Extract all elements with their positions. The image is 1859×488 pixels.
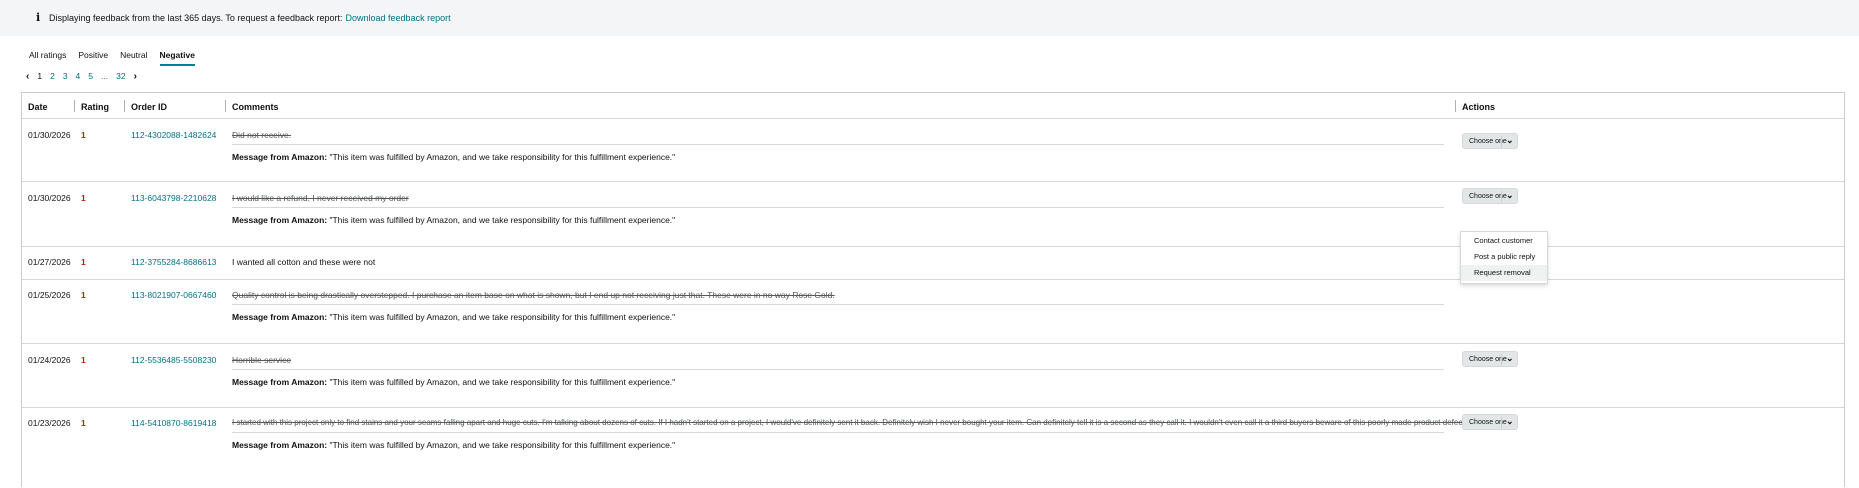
page-4[interactable]: 4 — [76, 71, 81, 81]
page-last[interactable]: 32 — [116, 71, 125, 81]
row-rating: 1 — [81, 355, 86, 365]
row-comment: Horrible service — [232, 355, 292, 365]
chevron-right-icon[interactable]: › — [134, 71, 137, 82]
page-5[interactable]: 5 — [88, 71, 93, 81]
banner-text: Displaying feedback from the last 365 da… — [49, 13, 451, 23]
download-feedback-report-link[interactable]: Download feedback report — [346, 13, 451, 23]
row-comment: I started with this project only to find… — [232, 418, 1477, 427]
header-order-id: Order ID — [124, 100, 167, 112]
info-icon: i — [36, 11, 41, 24]
menu-item-post-public-reply[interactable]: Post a public reply — [1474, 252, 1535, 261]
row-rating: 1 — [81, 257, 86, 267]
chevron-down-icon: ⌄ — [1506, 190, 1514, 200]
page-2[interactable]: 2 — [50, 71, 55, 81]
row-comment: Did not receive. — [232, 130, 292, 140]
row-comment: I wanted all cotton and these were not — [232, 257, 376, 267]
order-id-link[interactable]: 113-6043798-2210628 — [131, 193, 216, 203]
amazon-message: Message from Amazon: "This item was fulf… — [232, 215, 676, 225]
row-divider — [232, 144, 1444, 145]
row-date: 01/27/2026 — [28, 257, 71, 267]
table-header: Date Rating Order ID Comments Actions — [22, 93, 1844, 119]
order-id-link[interactable]: 112-5536485-5508230 — [131, 355, 216, 365]
row-date: 01/30/2026 — [28, 130, 71, 140]
row-divider — [232, 304, 1444, 305]
row-divider — [232, 369, 1444, 370]
row-date: 01/24/2026 — [28, 355, 71, 365]
chevron-down-icon: ⌄ — [1506, 135, 1514, 145]
header-actions: Actions — [1455, 100, 1495, 112]
chevron-down-icon: ⌄ — [1506, 353, 1514, 363]
table-row: 01/30/2026 1 112-4302088-1482624 Did not… — [22, 119, 1844, 182]
action-dropdown-menu: Contact customer Post a public reply Req… — [1460, 231, 1548, 284]
chevron-down-icon: ⌄ — [1506, 416, 1514, 426]
row-comment: I would like a refund. I never received … — [232, 193, 409, 203]
order-id-link[interactable]: 113-8021907-0667460 — [131, 290, 216, 300]
action-select[interactable]: Choose one⌄ — [1462, 133, 1518, 149]
tab-neutral[interactable]: Neutral — [114, 46, 153, 66]
action-select[interactable]: Choose one⌄ — [1462, 414, 1518, 430]
row-comment: Quality control is being drastically ove… — [232, 290, 835, 300]
table-row: 01/30/2026 1 113-6043798-2210628 I would… — [22, 182, 1844, 247]
row-divider — [232, 432, 1444, 433]
row-date: 01/25/2026 — [28, 290, 71, 300]
pagination-ellipsis: ... — [101, 71, 109, 81]
row-date: 01/30/2026 — [28, 193, 71, 203]
page-1[interactable]: 1 — [37, 71, 42, 81]
row-rating: 1 — [81, 130, 86, 140]
row-date: 01/23/2026 — [28, 418, 71, 428]
order-id-link[interactable]: 112-4302088-1482624 — [131, 130, 216, 140]
amazon-message: Message from Amazon: "This item was fulf… — [232, 152, 676, 162]
menu-item-contact-customer[interactable]: Contact customer — [1474, 236, 1533, 245]
row-divider — [232, 207, 1444, 208]
table-row: 01/27/2026 1 112-3755284-8686613 I wante… — [22, 247, 1844, 280]
order-id-link[interactable]: 112-3755284-8686613 — [131, 257, 216, 267]
chevron-left-icon[interactable]: ‹ — [26, 71, 29, 82]
pagination: ‹ 1 2 3 4 5 ... 32 › — [26, 70, 137, 82]
feedback-table: Date Rating Order ID Comments Actions 01… — [21, 92, 1845, 487]
row-rating: 1 — [81, 290, 86, 300]
header-rating: Rating — [74, 100, 109, 112]
action-select[interactable]: Choose one⌄ — [1462, 351, 1518, 367]
amazon-message: Message from Amazon: "This item was fulf… — [232, 312, 676, 322]
row-rating: 1 — [81, 418, 86, 428]
action-select[interactable]: Choose one⌄ — [1462, 188, 1518, 204]
menu-item-request-removal[interactable]: Request removal — [1461, 265, 1547, 281]
tab-negative[interactable]: Negative — [154, 46, 201, 66]
header-comments: Comments — [225, 100, 279, 112]
row-rating: 1 — [81, 193, 86, 203]
page-3[interactable]: 3 — [63, 71, 68, 81]
table-row: 01/25/2026 1 113-8021907-0667460 Quality… — [22, 280, 1844, 344]
tab-all-ratings[interactable]: All ratings — [23, 46, 72, 66]
amazon-message: Message from Amazon: "This item was fulf… — [232, 440, 676, 450]
amazon-message: Message from Amazon: "This item was fulf… — [232, 377, 676, 387]
info-banner: i Displaying feedback from the last 365 … — [0, 0, 1859, 36]
order-id-link[interactable]: 114-5410870-8619418 — [131, 418, 216, 428]
rating-tabs: All ratings Positive Neutral Negative — [23, 46, 201, 66]
header-date: Date — [28, 102, 48, 112]
tab-positive[interactable]: Positive — [72, 46, 114, 66]
table-row: 01/24/2026 1 112-5536485-5508230 Horribl… — [22, 344, 1844, 408]
table-row: 01/23/2026 1 114-5410870-8619418 I start… — [22, 408, 1844, 488]
